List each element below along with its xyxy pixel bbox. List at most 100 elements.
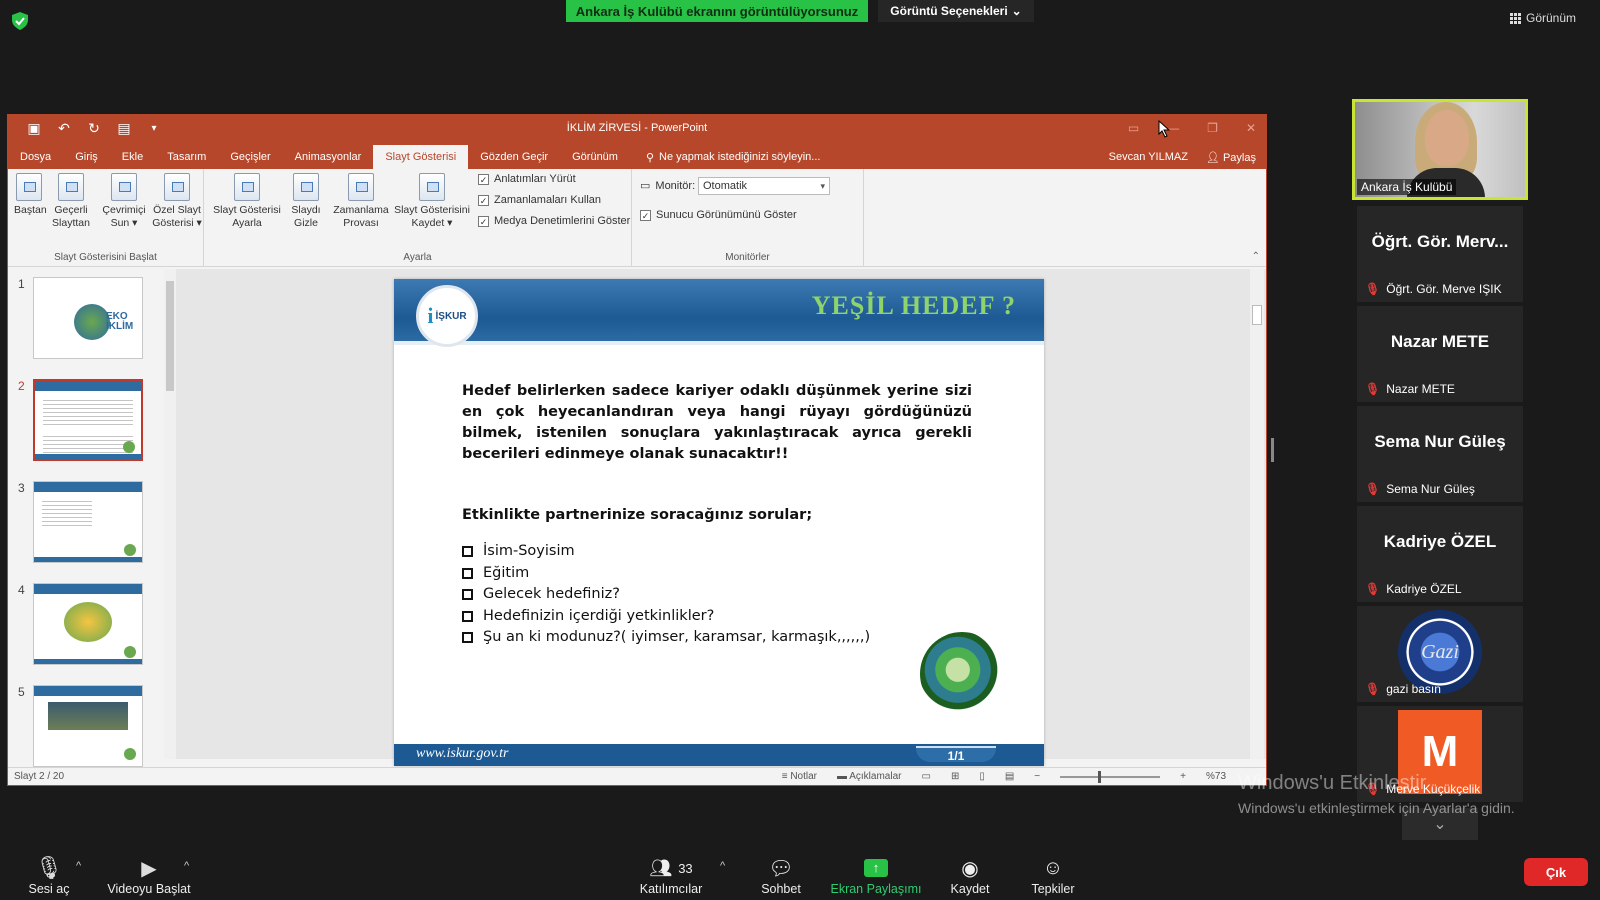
- use-timings-checkbox[interactable]: ✓ Zamanlamaları Kullan: [478, 194, 601, 206]
- slide-thumbnail[interactable]: EKO İKLİM: [33, 277, 143, 359]
- view-toggle-button[interactable]: Görünüm: [1510, 8, 1590, 28]
- zoom-slider[interactable]: [1060, 770, 1161, 783]
- customize-qat-icon[interactable]: ▾: [146, 123, 162, 134]
- tab-gecisler[interactable]: Geçişler: [218, 145, 282, 169]
- mic-muted-icon: 🎙︎: [1365, 682, 1381, 696]
- participant-tile[interactable]: Öğrt. Gör. Merv... 🎙︎ Öğrt. Gör. Merve IŞ…: [1357, 206, 1523, 302]
- current-slide[interactable]: i İŞKUR YEŞİL HEDEF ? Hedef belirlerken s…: [394, 279, 1044, 766]
- share-screen-button[interactable]: ↑ Ekran Paylaşımı: [826, 854, 926, 896]
- thumbnails-scrollbar[interactable]: [164, 269, 176, 759]
- play-narrations-checkbox[interactable]: ✓ Anlatımları Yürüt: [478, 173, 576, 185]
- start-video-button[interactable]: ▶︎ Videoyu Başlat: [104, 854, 194, 897]
- record-slideshow-button[interactable]: Slayt Gösterisini Kaydet ▾: [394, 173, 470, 230]
- user-name[interactable]: Sevcan YILMAZ: [1109, 151, 1188, 163]
- video-off-icon: ▶︎: [141, 857, 157, 880]
- slide-footer: www.iskur.gov.tr 1/1: [394, 744, 1044, 766]
- participant-name-label: Nazar METE: [1386, 382, 1455, 396]
- participant-name-label: gazi basın: [1386, 682, 1441, 696]
- footer-page-number: 1/1: [916, 746, 996, 763]
- tab-slayt-gosterisi[interactable]: Slayt Gösterisi: [373, 145, 469, 169]
- restore-icon[interactable]: ❐: [1207, 121, 1218, 135]
- participants-icon: 👥︎: [649, 857, 673, 878]
- monitor-label-wrap: ▭ Monitör:: [640, 179, 696, 193]
- slide-thumbnail[interactable]: [33, 481, 143, 563]
- media-controls-checkbox[interactable]: ✓ Medya Denetimlerini Göster: [478, 215, 630, 227]
- participant-tile[interactable]: Nazar METE 🎙︎ Nazar METE: [1357, 306, 1523, 402]
- participant-tile[interactable]: Gazi 🎙︎ gazi basın: [1357, 606, 1523, 702]
- zoom-out-icon[interactable]: −: [1034, 771, 1040, 782]
- participants-caret-icon[interactable]: ^: [720, 860, 725, 872]
- slide-thumbnail-selected[interactable]: [33, 379, 143, 461]
- monitor-label: Monitör:: [655, 179, 696, 192]
- participant-tile[interactable]: Kadriye ÖZEL 🎙︎ Kadriye ÖZEL: [1357, 506, 1523, 602]
- tab-ekle[interactable]: Ekle: [110, 145, 155, 169]
- leave-meeting-button[interactable]: Çık: [1524, 858, 1588, 886]
- tab-gorunum[interactable]: Görünüm: [560, 145, 630, 169]
- custom-show-button[interactable]: Özel Slayt Gösterisi ▾: [152, 173, 202, 230]
- participant-name-label: Ankara İş Kulübü: [1357, 179, 1457, 195]
- from-current-button[interactable]: Geçerli Slayttan: [48, 173, 94, 230]
- rehearse-timings-button[interactable]: Zamanlama Provası: [330, 173, 392, 230]
- security-shield-icon[interactable]: [12, 12, 28, 30]
- start-slideshow-icon[interactable]: ▤: [116, 120, 132, 137]
- record-button[interactable]: ◉ Kaydet: [946, 854, 994, 897]
- ribbon-display-icon[interactable]: ▭: [1128, 121, 1139, 135]
- lightbulb-icon: ⚲: [645, 151, 655, 164]
- reading-view-icon[interactable]: ▯: [979, 771, 985, 782]
- video-options-caret-icon[interactable]: ^: [184, 860, 189, 872]
- participant-display-name: Kadriye ÖZEL: [1383, 532, 1497, 551]
- slide-scrollbar[interactable]: [1250, 269, 1264, 759]
- presenter-view-checkbox[interactable]: ✓ Sunucu Görünümünü Göster: [640, 209, 797, 221]
- audio-options-caret-icon[interactable]: ^: [76, 860, 81, 872]
- tab-dosya[interactable]: Dosya: [8, 145, 63, 169]
- normal-view-icon[interactable]: ▭: [921, 771, 930, 782]
- slide-title: YEŞİL HEDEF ?: [811, 291, 1016, 320]
- participants-button[interactable]: 👥︎ 33 Katılımcılar: [636, 854, 706, 897]
- slide-sorter-icon[interactable]: ⊞: [951, 771, 959, 782]
- globe-image: [74, 304, 110, 340]
- tell-me-search[interactable]: ⚲ Ne yapmak istediğinizi söyleyin...: [630, 145, 820, 169]
- tab-giris[interactable]: Giriş: [63, 145, 110, 169]
- share-button[interactable]: 👤︎ Paylaş: [1206, 151, 1256, 164]
- unmute-button[interactable]: 🎙︎ Sesi aç: [26, 854, 72, 896]
- hide-slide-button[interactable]: Slaydı Gizle: [284, 173, 328, 230]
- scroll-handle[interactable]: [1252, 305, 1262, 325]
- tab-animasyonlar[interactable]: Animasyonlar: [283, 145, 374, 169]
- slideshow-view-icon[interactable]: ▤: [1005, 771, 1014, 782]
- video-tile-ankara[interactable]: Ankara İş Kulübü: [1352, 99, 1528, 200]
- undo-icon[interactable]: ↶: [56, 120, 72, 137]
- panel-resize-handle[interactable]: [1271, 438, 1274, 462]
- comments-button[interactable]: ▬ Açıklamalar: [837, 771, 901, 782]
- notes-button[interactable]: ≡ Notlar: [782, 771, 817, 782]
- status-bar: Slayt 2 / 20 ≡ Notlar ▬ Açıklamalar ▭ ⊞ …: [8, 767, 1266, 785]
- tell-me-label: Ne yapmak istediğinizi söyleyin...: [659, 151, 821, 163]
- chat-button[interactable]: 💬︎ Sohbet: [756, 854, 806, 897]
- thumbnail-number: 3: [18, 481, 25, 495]
- quick-access-toolbar: ▣ ↶ ↻ ▤ ▾: [8, 120, 162, 137]
- view-options-button[interactable]: Görüntü Seçenekleri ⌄: [878, 0, 1034, 22]
- close-icon[interactable]: ✕: [1246, 121, 1256, 135]
- monitor-select[interactable]: Otomatik: [698, 177, 830, 195]
- slide-thumbnail[interactable]: [33, 583, 143, 665]
- participant-tile[interactable]: Sema Nur Güleş 🎙︎ Sema Nur Güleş: [1357, 406, 1523, 502]
- rehearse-timings-label: Zamanlama Provası: [333, 204, 389, 229]
- slide-thumbnail[interactable]: [33, 685, 143, 767]
- eko-logo-text: EKO İKLİM: [106, 311, 134, 332]
- tab-tasarim[interactable]: Tasarım: [155, 145, 218, 169]
- save-icon[interactable]: ▣: [26, 120, 42, 137]
- zoom-in-icon[interactable]: +: [1180, 771, 1186, 782]
- present-online-button[interactable]: Çevrimiçi Sun ▾: [100, 173, 148, 230]
- presenter-view-label: Sunucu Görünümünü Göster: [656, 209, 797, 221]
- scroll-handle[interactable]: [166, 281, 174, 391]
- redo-icon[interactable]: ↻: [86, 120, 102, 137]
- tab-gozden-gecir[interactable]: Gözden Geçir: [468, 145, 560, 169]
- zoom-level[interactable]: %73: [1206, 771, 1226, 782]
- record-slideshow-label: Slayt Gösterisini Kaydet ▾: [394, 204, 470, 229]
- question-text: Gelecek hedefiniz?: [483, 586, 620, 602]
- footer-url: www.iskur.gov.tr: [416, 746, 509, 761]
- reactions-button[interactable]: ☺︎ Tepkiler: [1028, 854, 1078, 897]
- collapse-ribbon-icon[interactable]: ⌃: [1252, 251, 1260, 262]
- setup-show-button[interactable]: Slayt Gösterisi Ayarla: [212, 173, 282, 230]
- question-text: Hedefinizin içerdiği yetkinlikler?: [483, 607, 715, 624]
- from-beginning-button[interactable]: Baştan: [14, 173, 47, 217]
